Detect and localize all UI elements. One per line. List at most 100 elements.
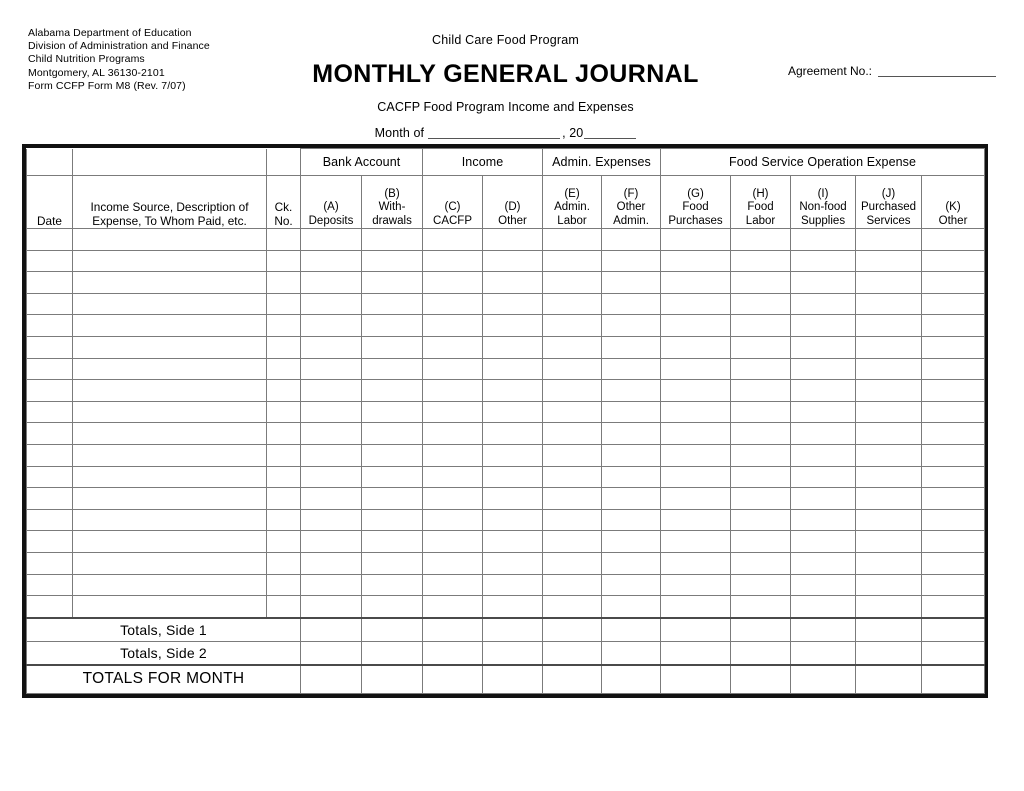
- entry-cell-i[interactable]: [790, 465, 857, 489]
- entry-cell-k[interactable]: [921, 443, 986, 467]
- entry-cell-a[interactable]: [300, 573, 362, 597]
- entry-cell-b[interactable]: [360, 357, 424, 381]
- entry-cell-a[interactable]: [300, 357, 362, 381]
- entry-cell-ck-no[interactable]: [266, 228, 301, 251]
- totals-month-cell-e[interactable]: [542, 663, 603, 694]
- entry-cell-date[interactable]: [26, 465, 73, 489]
- entry-cell-date[interactable]: [26, 271, 73, 294]
- entry-cell-h[interactable]: [730, 551, 792, 575]
- entry-cell-c[interactable]: [422, 228, 484, 251]
- totals-month-cell-g[interactable]: [660, 663, 732, 694]
- entry-cell-c[interactable]: [422, 400, 484, 424]
- entry-cell-d[interactable]: [482, 379, 544, 402]
- entry-cell-ck-no[interactable]: [266, 465, 301, 489]
- entry-cell-k[interactable]: [921, 573, 986, 597]
- entry-cell-b[interactable]: [360, 400, 424, 424]
- entry-cell-e[interactable]: [542, 595, 603, 619]
- entry-cell-h[interactable]: [730, 573, 792, 597]
- entry-cell-a[interactable]: [300, 595, 362, 619]
- entry-cell-b[interactable]: [360, 314, 424, 337]
- year-blank-line[interactable]: [584, 138, 637, 139]
- entry-cell-f[interactable]: [601, 292, 662, 316]
- totals-month-cell-f[interactable]: [601, 663, 662, 694]
- entry-cell-c[interactable]: [422, 249, 484, 273]
- totals-side-1-cell-a[interactable]: [300, 616, 362, 642]
- entry-cell-f[interactable]: [601, 465, 662, 489]
- entry-cell-d[interactable]: [482, 573, 544, 597]
- entry-cell-b[interactable]: [360, 487, 424, 510]
- entry-cell-f[interactable]: [601, 271, 662, 294]
- entry-cell-description[interactable]: [72, 335, 267, 359]
- entry-cell-f[interactable]: [601, 595, 662, 619]
- entry-cell-i[interactable]: [790, 551, 857, 575]
- entry-cell-c[interactable]: [422, 573, 484, 597]
- entry-cell-g[interactable]: [660, 508, 732, 532]
- totals-side-1-cell-h[interactable]: [730, 616, 792, 642]
- entry-cell-j[interactable]: [855, 595, 923, 619]
- entry-cell-b[interactable]: [360, 465, 424, 489]
- totals-side-2-cell-f[interactable]: [601, 640, 662, 666]
- entry-cell-i[interactable]: [790, 314, 857, 337]
- entry-cell-ck-no[interactable]: [266, 271, 301, 294]
- entry-cell-k[interactable]: [921, 508, 986, 532]
- entry-cell-e[interactable]: [542, 292, 603, 316]
- entry-cell-d[interactable]: [482, 228, 544, 251]
- entry-cell-a[interactable]: [300, 314, 362, 337]
- entry-cell-description[interactable]: [72, 508, 267, 532]
- entry-cell-j[interactable]: [855, 249, 923, 273]
- entry-cell-ck-no[interactable]: [266, 551, 301, 575]
- entry-cell-description[interactable]: [72, 551, 267, 575]
- entry-cell-i[interactable]: [790, 379, 857, 402]
- entry-cell-ck-no[interactable]: [266, 573, 301, 597]
- entry-cell-d[interactable]: [482, 508, 544, 532]
- entry-cell-d[interactable]: [482, 357, 544, 381]
- entry-cell-g[interactable]: [660, 443, 732, 467]
- entry-cell-j[interactable]: [855, 573, 923, 597]
- entry-cell-b[interactable]: [360, 335, 424, 359]
- entry-cell-h[interactable]: [730, 249, 792, 273]
- entry-cell-description[interactable]: [72, 422, 267, 445]
- entry-cell-h[interactable]: [730, 379, 792, 402]
- entry-cell-d[interactable]: [482, 551, 544, 575]
- entry-cell-d[interactable]: [482, 595, 544, 619]
- entry-cell-description[interactable]: [72, 249, 267, 273]
- entry-cell-g[interactable]: [660, 314, 732, 337]
- entry-cell-j[interactable]: [855, 400, 923, 424]
- totals-side-1-cell-e[interactable]: [542, 616, 603, 642]
- entry-cell-a[interactable]: [300, 400, 362, 424]
- entry-cell-i[interactable]: [790, 249, 857, 273]
- entry-cell-f[interactable]: [601, 508, 662, 532]
- totals-side-2-cell-d[interactable]: [482, 640, 544, 666]
- entry-cell-date[interactable]: [26, 551, 73, 575]
- entry-cell-f[interactable]: [601, 422, 662, 445]
- totals-side-1-cell-b[interactable]: [360, 616, 424, 642]
- entry-cell-a[interactable]: [300, 443, 362, 467]
- entry-cell-k[interactable]: [921, 487, 986, 510]
- totals-side-2-cell-h[interactable]: [730, 640, 792, 666]
- entry-cell-i[interactable]: [790, 595, 857, 619]
- entry-cell-date[interactable]: [26, 595, 73, 619]
- entry-cell-e[interactable]: [542, 228, 603, 251]
- entry-cell-h[interactable]: [730, 335, 792, 359]
- entry-cell-e[interactable]: [542, 443, 603, 467]
- entry-cell-c[interactable]: [422, 530, 484, 553]
- entry-cell-g[interactable]: [660, 530, 732, 553]
- entry-cell-k[interactable]: [921, 314, 986, 337]
- entry-cell-a[interactable]: [300, 292, 362, 316]
- entry-cell-c[interactable]: [422, 443, 484, 467]
- totals-side-1-cell-d[interactable]: [482, 616, 544, 642]
- totals-month-cell-d[interactable]: [482, 663, 544, 694]
- entry-cell-d[interactable]: [482, 314, 544, 337]
- month-blank-line[interactable]: [428, 138, 561, 139]
- entry-cell-e[interactable]: [542, 400, 603, 424]
- entry-cell-j[interactable]: [855, 379, 923, 402]
- entry-cell-c[interactable]: [422, 379, 484, 402]
- entry-cell-ck-no[interactable]: [266, 357, 301, 381]
- entry-cell-c[interactable]: [422, 422, 484, 445]
- entry-cell-description[interactable]: [72, 357, 267, 381]
- entry-cell-g[interactable]: [660, 249, 732, 273]
- entry-cell-i[interactable]: [790, 400, 857, 424]
- entry-cell-f[interactable]: [601, 551, 662, 575]
- entry-cell-date[interactable]: [26, 335, 73, 359]
- entry-cell-e[interactable]: [542, 271, 603, 294]
